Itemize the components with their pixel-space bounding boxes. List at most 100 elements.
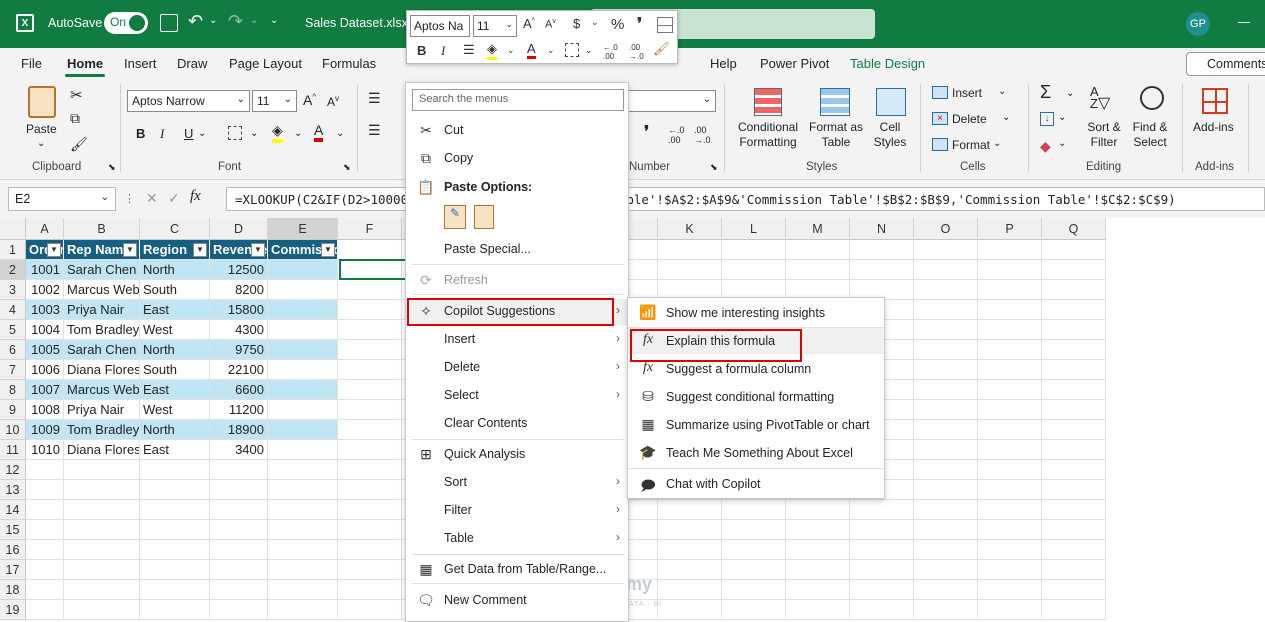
grid-cell[interactable] bbox=[786, 580, 850, 600]
grid-cell[interactable] bbox=[210, 460, 268, 480]
menu-item-insert[interactable]: Insert › bbox=[406, 327, 628, 353]
column-header-B[interactable]: B bbox=[64, 218, 140, 240]
delete-cells-icon[interactable]: × bbox=[932, 112, 948, 125]
grid-cell[interactable] bbox=[64, 480, 140, 500]
sort-filter-icon[interactable]: A Z▽ bbox=[1090, 85, 1110, 112]
grid-cell[interactable] bbox=[1042, 520, 1106, 540]
underline-icon[interactable]: U bbox=[184, 126, 193, 141]
grid-cell[interactable] bbox=[658, 560, 722, 580]
mini-decrease-font-icon[interactable]: Av bbox=[545, 18, 556, 31]
align-left-icon[interactable]: ☰ bbox=[368, 122, 381, 139]
grid-cell[interactable] bbox=[1042, 580, 1106, 600]
submenu-item-chat-copilot[interactable]: 🗩 Chat with Copilot bbox=[628, 471, 884, 497]
grid-cell[interactable] bbox=[786, 540, 850, 560]
grid-cell[interactable] bbox=[914, 440, 978, 460]
grid-cell[interactable] bbox=[268, 500, 338, 520]
table-cell[interactable]: Diana Flores bbox=[64, 360, 140, 380]
grid-cell[interactable] bbox=[978, 420, 1042, 440]
table-cell[interactable]: East bbox=[140, 300, 210, 320]
grid-cell[interactable] bbox=[338, 340, 402, 360]
tab-page-layout[interactable]: Page Layout bbox=[229, 56, 302, 71]
minimize-icon[interactable] bbox=[1238, 22, 1250, 23]
grid-cell[interactable] bbox=[978, 380, 1042, 400]
grid-cell[interactable] bbox=[914, 600, 978, 620]
grid-cell[interactable] bbox=[978, 440, 1042, 460]
grid-cell[interactable] bbox=[64, 560, 140, 580]
column-header-M[interactable]: M bbox=[786, 218, 850, 240]
row-header[interactable]: 10 bbox=[0, 420, 26, 440]
table-cell[interactable]: South bbox=[140, 280, 210, 300]
fill-dropdown-icon[interactable]: ⌄ bbox=[1058, 112, 1066, 123]
grid-cell[interactable] bbox=[210, 540, 268, 560]
column-header-O[interactable]: O bbox=[914, 218, 978, 240]
insert-cells-icon[interactable] bbox=[932, 86, 948, 99]
formula-input[interactable]: =XLOOKUP(C2&IF(D2>10000,"High","Low"),'C… bbox=[226, 187, 1265, 211]
grid-cell[interactable] bbox=[210, 600, 268, 620]
grid-cell[interactable] bbox=[850, 500, 914, 520]
grid-cell[interactable] bbox=[722, 580, 786, 600]
insert-cells-button[interactable]: Insert bbox=[952, 86, 982, 101]
paste-dropdown-icon[interactable]: ⌄ bbox=[37, 138, 45, 149]
tab-table-design[interactable]: Table Design bbox=[850, 56, 925, 71]
insert-function-icon[interactable]: fx bbox=[190, 188, 201, 205]
row-header[interactable]: 4 bbox=[0, 300, 26, 320]
grid-cell[interactable] bbox=[210, 480, 268, 500]
format-as-table-icon[interactable] bbox=[820, 88, 850, 116]
grid-cell[interactable] bbox=[338, 480, 402, 500]
mini-font-color-icon[interactable]: A bbox=[527, 41, 536, 59]
table-cell[interactable]: 1004 bbox=[26, 320, 64, 340]
format-cells-icon[interactable] bbox=[932, 138, 948, 151]
comma-style-icon[interactable]: ❜ bbox=[644, 122, 649, 142]
grid-cell[interactable] bbox=[978, 600, 1042, 620]
table-cell[interactable] bbox=[268, 440, 338, 460]
grid-cell[interactable] bbox=[140, 600, 210, 620]
table-header-cell[interactable]: Commission▼ bbox=[268, 240, 338, 260]
menu-item-quick-analysis[interactable]: ⊞ Quick Analysis bbox=[406, 442, 628, 468]
grid-cell[interactable] bbox=[786, 260, 850, 280]
format-as-table-button[interactable]: Format as Table bbox=[806, 120, 866, 150]
grid-cell[interactable] bbox=[140, 480, 210, 500]
table-header-cell[interactable]: Region ▼ bbox=[140, 240, 210, 260]
grid-cell[interactable] bbox=[1042, 320, 1106, 340]
grid-cell[interactable] bbox=[338, 240, 402, 260]
grid-cell[interactable] bbox=[850, 540, 914, 560]
table-cell[interactable]: 1003 bbox=[26, 300, 64, 320]
row-header[interactable]: 15 bbox=[0, 520, 26, 540]
grid-cell[interactable] bbox=[786, 240, 850, 260]
conditional-formatting-icon[interactable] bbox=[754, 88, 782, 116]
grid-cell[interactable] bbox=[978, 520, 1042, 540]
grid-cell[interactable] bbox=[338, 460, 402, 480]
menu-item-cut[interactable]: ✂ Cut bbox=[406, 118, 628, 144]
table-cell[interactable]: Sarah Chen bbox=[64, 340, 140, 360]
row-header[interactable]: 2 bbox=[0, 260, 26, 280]
grid-cell[interactable] bbox=[978, 300, 1042, 320]
grid-cell[interactable] bbox=[26, 460, 64, 480]
table-cell[interactable] bbox=[268, 420, 338, 440]
redo-icon[interactable]: ↷ bbox=[228, 11, 243, 32]
grid-cell[interactable] bbox=[1042, 500, 1106, 520]
tab-home[interactable]: Home bbox=[67, 56, 103, 71]
mini-table-icon[interactable] bbox=[657, 17, 673, 33]
row-header[interactable]: 18 bbox=[0, 580, 26, 600]
font-color-dropdown-icon[interactable]: ⌄ bbox=[336, 128, 344, 139]
grid-cell[interactable] bbox=[914, 540, 978, 560]
align-top-icon[interactable]: ☰ bbox=[368, 90, 381, 107]
borders-dropdown-icon[interactable]: ⌄ bbox=[250, 128, 258, 139]
mini-italic-icon[interactable]: I bbox=[441, 43, 445, 59]
grid-cell[interactable] bbox=[338, 360, 402, 380]
format-painter-icon[interactable]: 🖌 bbox=[70, 136, 88, 153]
grid-cell[interactable] bbox=[1042, 460, 1106, 480]
grid-cell[interactable] bbox=[1042, 540, 1106, 560]
menu-item-filter[interactable]: Filter › bbox=[406, 498, 628, 524]
grid-cell[interactable] bbox=[850, 240, 914, 260]
addins-button[interactable]: Add-ins bbox=[1193, 120, 1234, 135]
grid-cell[interactable] bbox=[338, 600, 402, 620]
column-header-K[interactable]: K bbox=[658, 218, 722, 240]
mini-borders-icon[interactable] bbox=[565, 43, 579, 57]
table-cell[interactable]: Priya Nair bbox=[64, 400, 140, 420]
table-cell[interactable]: 1002 bbox=[26, 280, 64, 300]
table-cell[interactable] bbox=[268, 260, 338, 280]
autosave-toggle[interactable]: On bbox=[104, 12, 148, 34]
mini-borders-dropdown-icon[interactable]: ⌄ bbox=[585, 45, 593, 56]
grid-cell[interactable] bbox=[914, 500, 978, 520]
